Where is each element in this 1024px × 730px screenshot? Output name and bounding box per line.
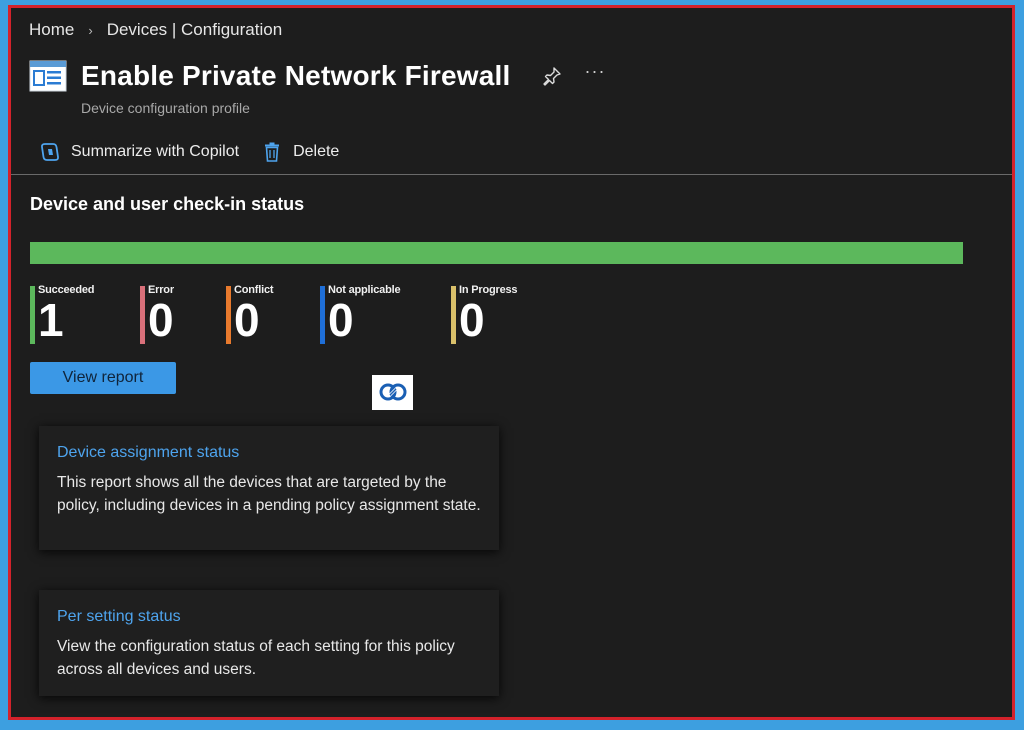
stat-count: 0 bbox=[148, 294, 174, 346]
toolbar: Summarize with Copilot Delete bbox=[39, 141, 339, 163]
window-frame: Home › Devices | Configuration Enable Pr… bbox=[8, 5, 1015, 720]
page-content: Home › Devices | Configuration Enable Pr… bbox=[11, 8, 1012, 717]
device-assignment-link[interactable]: Device assignment status bbox=[57, 444, 481, 462]
progress-fill-succeeded bbox=[30, 242, 963, 264]
checkin-progress-bar bbox=[30, 242, 963, 264]
stat-conflict: Conflict 0 bbox=[226, 284, 274, 346]
copilot-icon bbox=[41, 143, 59, 161]
delete-button[interactable]: Delete bbox=[261, 141, 339, 163]
trash-icon bbox=[265, 142, 280, 162]
stat-count: 0 bbox=[459, 294, 485, 346]
checkin-status-title: Device and user check-in status bbox=[30, 194, 305, 214]
device-assignment-description: This report shows all the devices that a… bbox=[57, 474, 481, 514]
toolbar-divider bbox=[11, 174, 1012, 175]
chevron-right-icon: › bbox=[88, 22, 93, 38]
stat-count: 0 bbox=[328, 294, 354, 346]
per-setting-description: View the configuration status of each se… bbox=[57, 638, 455, 678]
page-title: Enable Private Network Firewall bbox=[81, 60, 511, 91]
stat-not-applicable: Not applicable 0 bbox=[320, 284, 401, 346]
stat-in-progress: In Progress 0 bbox=[451, 284, 518, 346]
stat-error: Error 0 bbox=[140, 284, 174, 344]
summarize-copilot-button[interactable]: Summarize with Copilot bbox=[39, 141, 239, 163]
stat-color-bar bbox=[226, 286, 231, 344]
stat-color-bar bbox=[451, 286, 456, 344]
per-setting-card: Per setting status View the configuratio… bbox=[39, 590, 499, 696]
breadcrumb: Home › Devices | Configuration bbox=[29, 20, 282, 40]
view-report-button[interactable]: View report bbox=[30, 362, 176, 394]
stat-color-bar bbox=[320, 286, 325, 344]
profile-icon bbox=[29, 60, 67, 92]
delete-label: Delete bbox=[293, 143, 340, 160]
breadcrumb-home[interactable]: Home bbox=[29, 20, 74, 40]
summarize-copilot-label: Summarize with Copilot bbox=[71, 143, 240, 160]
device-assignment-card: Device assignment status This report sho… bbox=[39, 426, 499, 550]
pin-icon[interactable] bbox=[542, 66, 562, 86]
watermark-logo bbox=[372, 375, 413, 410]
stat-count: 1 bbox=[38, 294, 64, 346]
stat-count: 0 bbox=[234, 294, 260, 346]
title-row: Enable Private Network Firewall ··· bbox=[29, 60, 605, 92]
stat-succeeded: Succeeded 1 bbox=[30, 284, 94, 344]
page-subtitle: Device configuration profile bbox=[81, 100, 250, 116]
per-setting-link[interactable]: Per setting status bbox=[57, 608, 481, 626]
logo-icon bbox=[379, 383, 406, 401]
stat-color-bar bbox=[30, 286, 35, 344]
more-icon[interactable]: ··· bbox=[584, 62, 605, 80]
breadcrumb-current[interactable]: Devices | Configuration bbox=[107, 20, 282, 40]
stat-color-bar bbox=[140, 286, 145, 344]
